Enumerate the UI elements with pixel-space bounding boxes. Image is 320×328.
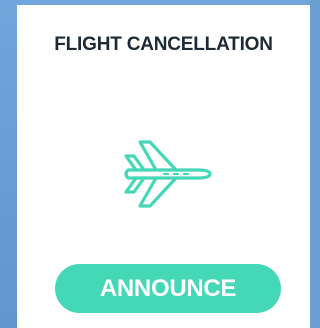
airplane-icon [120, 134, 214, 210]
background-frame: FLIGHT CANCELLATION ANNOUNCE [0, 0, 310, 328]
announce-button[interactable]: ANNOUNCE [55, 264, 281, 313]
card-title: FLIGHT CANCELLATION [54, 34, 273, 55]
flight-cancellation-card: FLIGHT CANCELLATION ANNOUNCE [17, 5, 310, 328]
